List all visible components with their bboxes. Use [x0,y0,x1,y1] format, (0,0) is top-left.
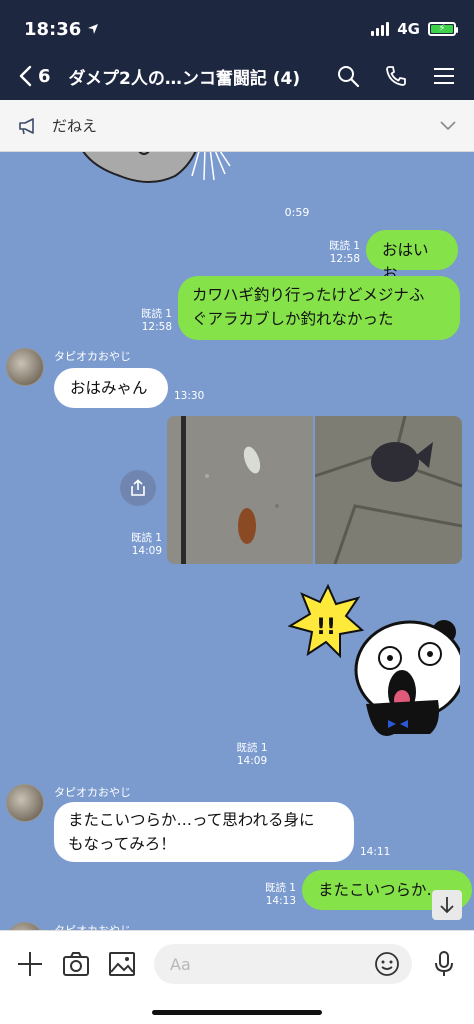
share-button[interactable] [120,470,156,506]
chat-area[interactable]: 0:59 既読 1 12:58 おはいお 既読 1 12:58 カワハギ釣り行っ… [0,152,474,930]
announcement-text: だねえ [52,117,98,135]
search-icon[interactable] [336,64,360,88]
message-line: またこいつらか…って思われる身に [68,811,315,829]
message-bubble-outgoing[interactable]: カワハギ釣り行ったけどメジナふ ぐアラカブしか釣れなかった [178,276,460,340]
input-placeholder: Aa [170,954,191,974]
photo-thumbnail[interactable] [167,416,313,564]
emoji-icon[interactable] [374,951,400,977]
message-time: 14:09 [236,755,268,767]
fish-photo [167,416,313,564]
message-bubble-incoming[interactable]: またこいつらか…って思われる身に もなってみろ！ [54,802,354,862]
message-meta: 既読 1 14:09 [120,532,162,558]
scroll-down-button[interactable] [432,890,462,920]
message-time: 14:09 [131,545,162,557]
sender-name: タピオカおやじ [54,922,131,930]
message-input[interactable]: Aa [154,944,412,984]
top-bar: 18:36 4G ⚡ 6 ダメプ2人の…ンコ奮闘記 (4) [0,0,474,100]
message-meta: 既読 1 12:58 [130,308,172,334]
read-receipt: 既読 1 [140,308,172,320]
camera-icon[interactable] [62,950,90,978]
megaphone-icon [19,117,34,134]
battery-icon: ⚡ [428,22,458,36]
status-time: 18:36 [24,18,82,40]
image-icon[interactable] [108,950,136,978]
sender-name: タピオカおやじ [54,350,131,363]
message-time: 14:13 [265,895,296,907]
message-meta: 既読 1 14:09 [230,742,274,768]
message-time: 13:30 [174,390,205,402]
microphone-icon[interactable] [430,950,458,978]
read-receipt: 既読 1 [328,240,360,252]
phone-icon[interactable] [384,64,408,88]
sticker-partial [82,152,231,183]
read-receipt: 既読 1 [130,532,162,544]
plus-icon[interactable] [16,950,44,978]
timestamp: 0:59 [284,206,310,219]
nav-bar: 6 ダメプ2人の…ンコ奮闘記 (4) [0,58,474,94]
message-line: ぐアラカブしか釣れなかった [192,310,394,328]
read-receipt: 既読 1 [236,742,268,754]
svg-text:!!: !! [316,615,336,640]
screen: 18:36 4G ⚡ 6 ダメプ2人の…ンコ奮闘記 (4) だねえ 0:59 既… [0,0,474,1024]
message-bubble-incoming[interactable]: おはみゃん [54,368,168,408]
avatar[interactable] [6,922,44,930]
message-time: 12:58 [329,253,360,265]
avatar[interactable] [6,348,44,386]
status-bar: 18:36 4G ⚡ [24,14,458,44]
message-line: カワハギ釣り行ったけどメジナふ [192,286,425,304]
message-meta: 既読 1 14:13 [254,882,296,908]
sender-name: タピオカおやじ [54,786,131,799]
message-line: もなってみろ！ [68,835,176,853]
signal-icon [371,22,390,36]
fish-photo [315,416,462,564]
chevron-down-icon[interactable] [440,120,456,131]
back-count: 6 [38,65,51,87]
message-meta: 既読 1 12:58 [318,240,360,266]
menu-icon[interactable] [432,64,456,88]
arrow-down-icon [440,897,454,914]
read-receipt: 既読 1 [264,882,296,894]
back-button[interactable]: 6 [18,65,51,87]
location-arrow-icon [88,24,99,34]
avatar[interactable] [6,784,44,822]
announcement-bar[interactable]: だねえ [0,100,474,152]
share-icon [131,479,145,496]
home-indicator [152,1010,322,1015]
chat-title: ダメプ2人の…ンコ奮闘記 (4) [68,68,301,89]
photo-thumbnail[interactable] [315,416,462,564]
panda-sticker[interactable]: !! [288,584,460,756]
chevron-left-icon [19,65,32,87]
network-label: 4G [397,20,420,38]
message-time: 12:58 [141,321,172,333]
message-bubble-outgoing[interactable]: おはいお [366,230,458,283]
message-time: 14:11 [360,846,391,858]
